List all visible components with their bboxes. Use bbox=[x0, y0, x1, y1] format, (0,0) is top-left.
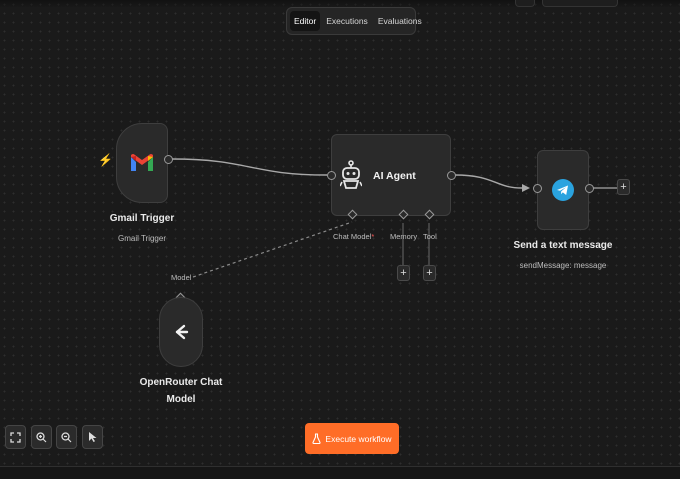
zoom-in-icon bbox=[36, 431, 47, 442]
model-port-label: Model bbox=[171, 273, 192, 282]
cursor-icon bbox=[88, 432, 96, 442]
top-right-control[interactable] bbox=[515, 0, 535, 7]
agent-output-handle[interactable] bbox=[447, 171, 456, 180]
gmail-output-handle[interactable] bbox=[164, 155, 173, 164]
tab-evaluations[interactable]: Evaluations bbox=[374, 11, 426, 31]
top-right-control[interactable] bbox=[542, 0, 618, 7]
openrouter-node-title-line1: OpenRouter Chat bbox=[139, 377, 223, 388]
zoom-out-button[interactable] bbox=[56, 425, 77, 449]
telegram-node-subtitle: sendMessage: message bbox=[519, 261, 607, 270]
fit-view-button[interactable] bbox=[5, 425, 26, 449]
required-marker: * bbox=[371, 232, 375, 241]
connection-model-agent bbox=[192, 221, 353, 278]
add-next-node-button[interactable]: + bbox=[617, 179, 630, 195]
trigger-bolt-icon: ⚡ bbox=[98, 153, 113, 167]
add-tool-button[interactable]: + bbox=[423, 265, 436, 281]
chat-model-label-text: Chat Model bbox=[333, 232, 372, 241]
ai-agent-node-title: AI Agent bbox=[373, 170, 416, 182]
openrouter-chat-model-node[interactable] bbox=[159, 297, 203, 367]
bottom-panel-edge bbox=[0, 466, 680, 479]
arrow-head bbox=[522, 184, 530, 192]
zoom-out-icon bbox=[61, 431, 72, 442]
telegram-icon bbox=[552, 179, 574, 201]
memory-port-label: Memory bbox=[390, 232, 418, 241]
zoom-in-button[interactable] bbox=[31, 425, 52, 449]
connection-gmail-agent bbox=[171, 158, 328, 176]
view-tabs: Editor Executions Evaluations bbox=[286, 7, 422, 35]
agent-input-handle[interactable] bbox=[327, 171, 336, 180]
execute-workflow-button[interactable]: Execute workflow bbox=[305, 423, 399, 454]
openrouter-node-title-line2: Model bbox=[166, 394, 196, 405]
gmail-node-title: Gmail Trigger bbox=[109, 213, 175, 224]
chat-model-port-label: Chat Model* bbox=[333, 232, 374, 241]
gmail-icon bbox=[131, 154, 153, 171]
fit-view-icon bbox=[10, 431, 21, 443]
flask-icon bbox=[312, 433, 321, 444]
tab-executions[interactable]: Executions bbox=[322, 11, 372, 31]
select-tool-button[interactable] bbox=[82, 425, 103, 449]
connection-agent-telegram bbox=[454, 174, 523, 189]
tab-editor[interactable]: Editor bbox=[290, 11, 321, 31]
gmail-node-subtitle: Gmail Trigger bbox=[117, 234, 166, 243]
tool-port-label: Tool bbox=[423, 232, 437, 241]
execute-workflow-label: Execute workflow bbox=[325, 433, 392, 444]
telegram-node-title: Send a text message bbox=[513, 240, 613, 251]
add-memory-button[interactable]: + bbox=[397, 265, 410, 281]
gmail-trigger-node[interactable] bbox=[116, 123, 168, 203]
openrouter-icon bbox=[175, 324, 189, 340]
telegram-node[interactable] bbox=[537, 150, 589, 230]
telegram-input-handle[interactable] bbox=[533, 184, 542, 193]
telegram-output-handle[interactable] bbox=[585, 184, 594, 193]
robot-icon bbox=[340, 160, 362, 189]
